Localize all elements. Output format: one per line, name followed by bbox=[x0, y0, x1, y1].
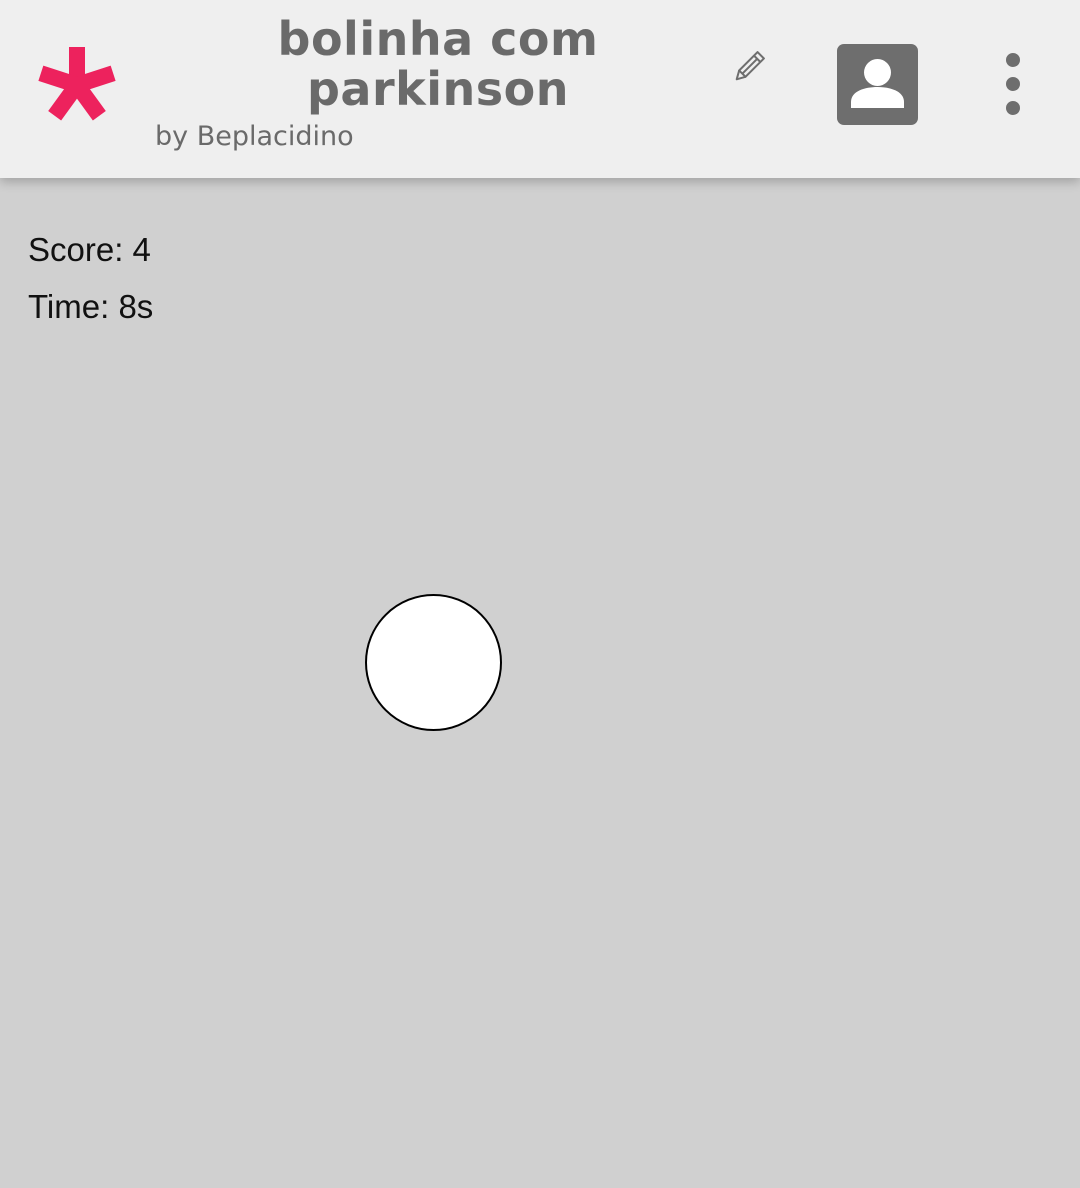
sketch-title: bolinha com parkinson bbox=[238, 14, 638, 114]
sketch-title-line-1: bolinha com bbox=[277, 12, 599, 66]
game-canvas[interactable] bbox=[0, 178, 1080, 1188]
app-header: bolinha com parkinson by Beplacidino bbox=[0, 0, 1080, 178]
user-avatar-icon bbox=[851, 59, 904, 108]
author-byline[interactable]: by Beplacidino bbox=[155, 118, 354, 156]
score-display: Score: 4 bbox=[28, 231, 151, 268]
profile-button[interactable] bbox=[837, 44, 918, 125]
time-display: Time: 8s bbox=[28, 288, 154, 325]
pencil-icon bbox=[735, 51, 765, 81]
more-vertical-icon bbox=[1006, 53, 1020, 115]
more-options-button[interactable] bbox=[994, 50, 1032, 120]
edit-button[interactable] bbox=[728, 48, 768, 88]
app-page: bolinha com parkinson by Beplacidino Sco… bbox=[0, 0, 1080, 1188]
target-ball[interactable] bbox=[365, 594, 502, 731]
sketch-title-line-2: parkinson bbox=[307, 62, 569, 116]
asterisk-logo-icon[interactable] bbox=[36, 46, 118, 124]
game-hud: Score: 4 Time: 8s bbox=[28, 228, 153, 342]
